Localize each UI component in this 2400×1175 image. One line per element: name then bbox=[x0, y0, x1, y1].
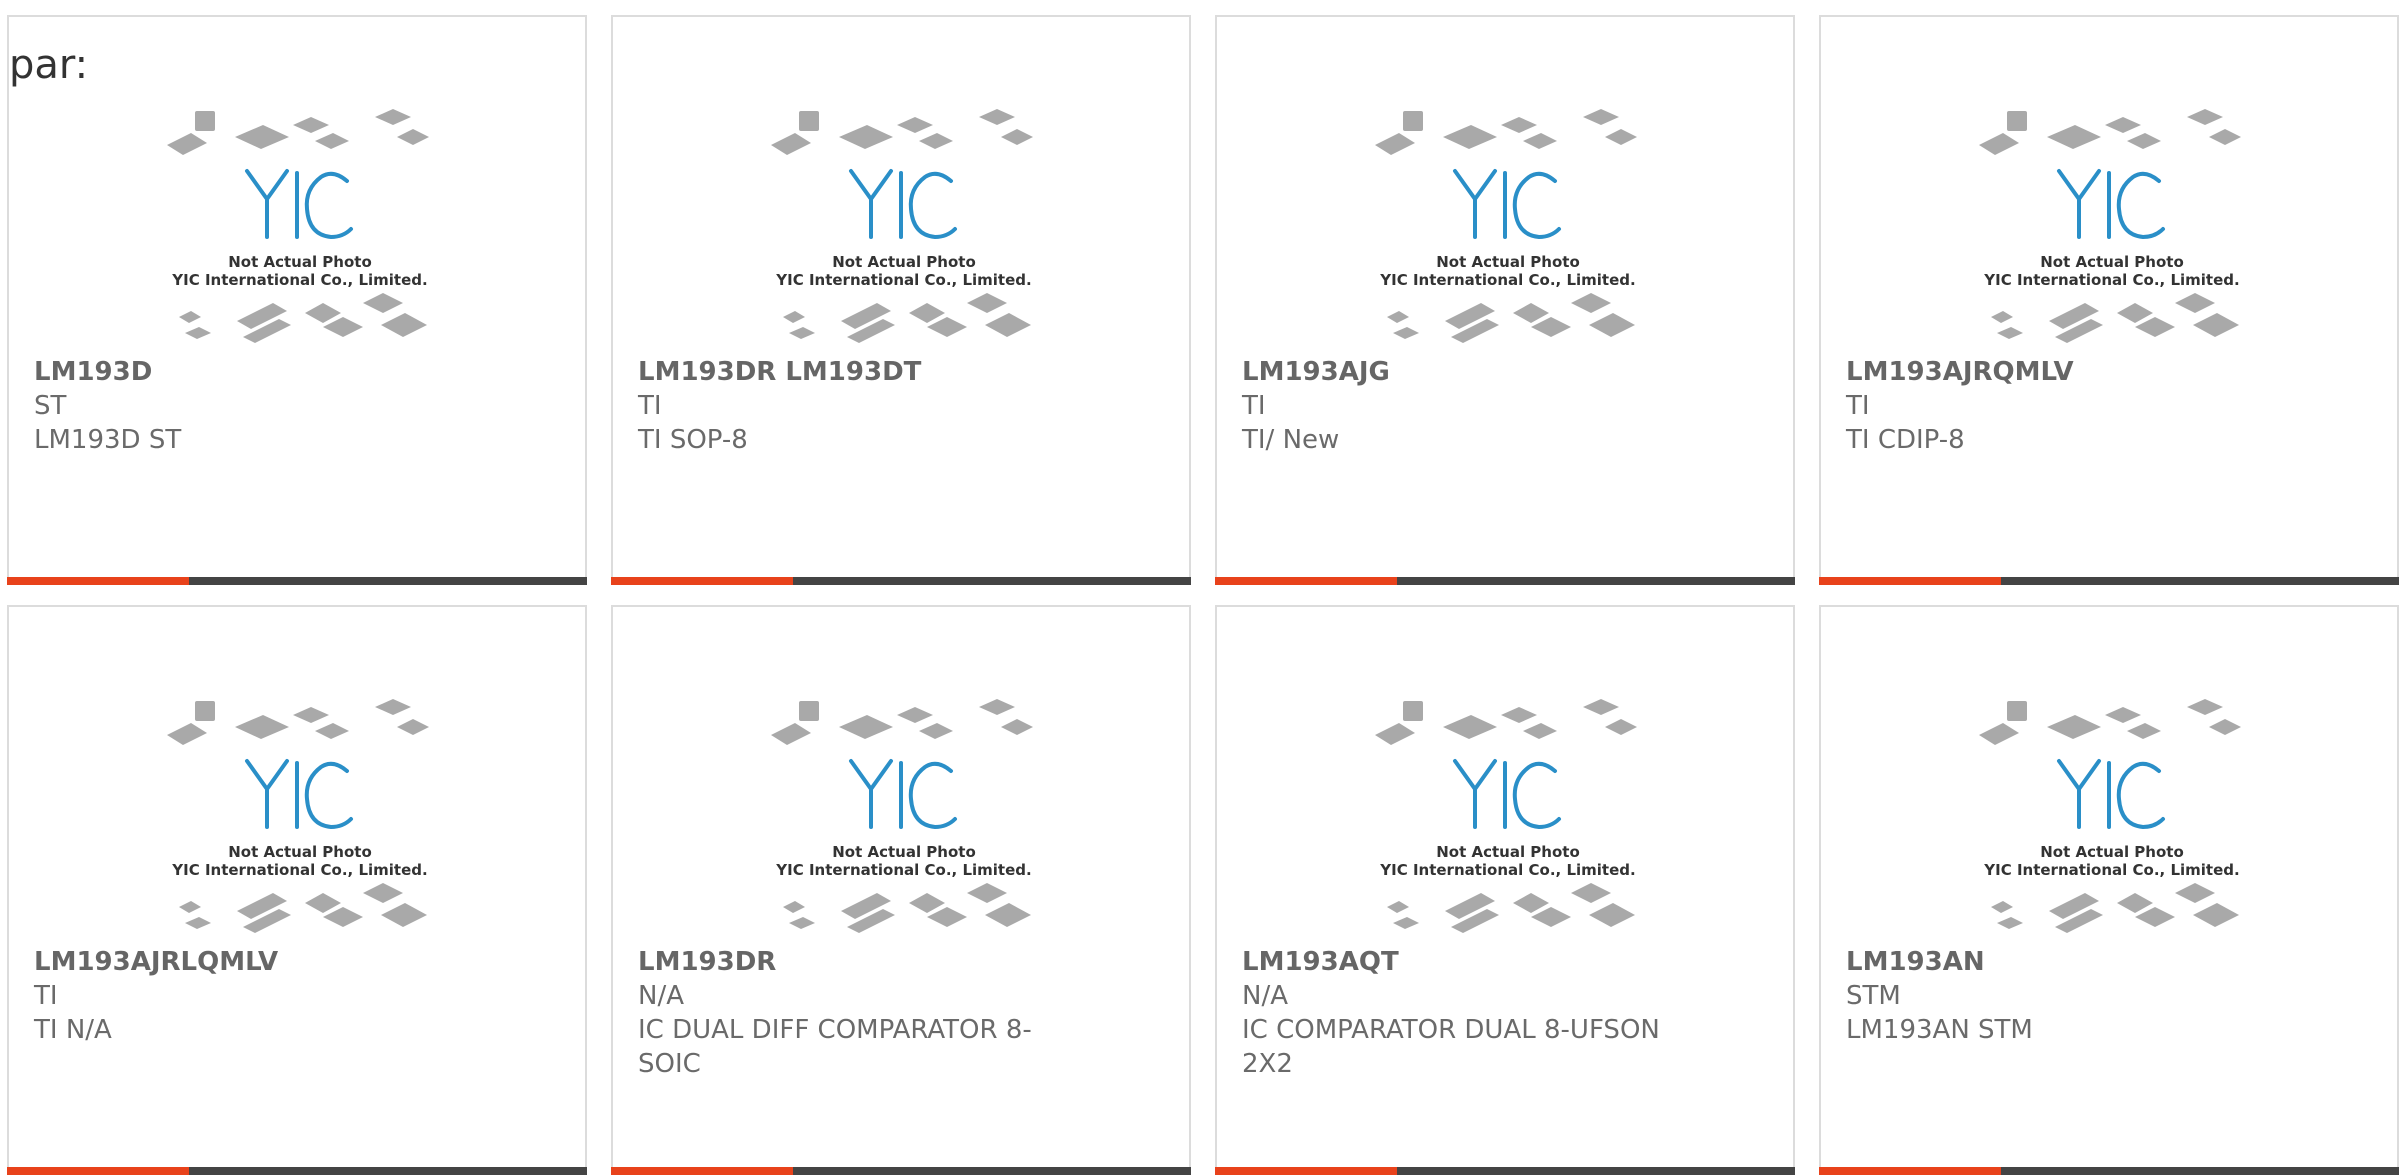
product-image-placeholder[interactable]: Not Actual Photo YIC International Co., … bbox=[769, 693, 1039, 933]
svg-text:YIC International Co., Limited: YIC International Co., Limited. bbox=[1983, 861, 2239, 879]
product-card[interactable]: Not Actual Photo YIC International Co., … bbox=[611, 605, 1191, 1175]
product-info: LM193AJG TI TI/ New bbox=[1242, 355, 1672, 457]
product-card[interactable]: Not Actual Photo YIC International Co., … bbox=[7, 605, 587, 1175]
svg-text:Not Actual Photo: Not Actual Photo bbox=[2040, 253, 2184, 271]
description-text: IC DUAL DIFF COMPARATOR 8-SOIC bbox=[638, 1015, 1032, 1079]
card-bottom-bar bbox=[7, 1167, 587, 1175]
description-text: TI/ New bbox=[1242, 425, 1340, 455]
product-info: LM193AN STM LM193AN STM bbox=[1846, 945, 2276, 1047]
svg-text:Not Actual Photo: Not Actual Photo bbox=[1436, 253, 1580, 271]
card-accent-bar bbox=[611, 1167, 793, 1175]
svg-text:Not Actual Photo: Not Actual Photo bbox=[1436, 843, 1580, 861]
card-bottom-bar bbox=[611, 1167, 1191, 1175]
product-card[interactable]: par: Not Actual Photo YIC International … bbox=[7, 15, 587, 585]
svg-text:Not Actual Photo: Not Actual Photo bbox=[228, 253, 372, 271]
product-info: LM193DR LM193DT TI TI SOP-8 bbox=[638, 355, 1068, 457]
svg-text:YIC International Co., Limited: YIC International Co., Limited. bbox=[171, 861, 427, 879]
card-bottom-bar bbox=[1215, 1167, 1795, 1175]
product-card[interactable]: Not Actual Photo YIC International Co., … bbox=[1215, 15, 1795, 585]
product-image-placeholder[interactable]: Not Actual Photo YIC International Co., … bbox=[1373, 103, 1643, 343]
card-bottom-bar bbox=[611, 577, 1191, 585]
description-text: TI N/A bbox=[34, 1015, 112, 1045]
card-accent-bar bbox=[7, 1167, 189, 1175]
svg-text:Not Actual Photo: Not Actual Photo bbox=[832, 843, 976, 861]
product-info: LM193AJRLQMLV TI TI N/A bbox=[34, 945, 464, 1047]
part-number-link[interactable]: LM193AJRLQMLV bbox=[34, 945, 464, 979]
product-image-placeholder[interactable]: Not Actual Photo YIC International Co., … bbox=[1373, 693, 1643, 933]
card-bottom-bar bbox=[7, 577, 587, 585]
svg-text:YIC International Co., Limited: YIC International Co., Limited. bbox=[1379, 861, 1635, 879]
description-text: LM193D ST bbox=[34, 425, 182, 455]
product-card[interactable]: Not Actual Photo YIC International Co., … bbox=[611, 15, 1191, 585]
product-card[interactable]: Not Actual Photo YIC International Co., … bbox=[1819, 15, 2399, 585]
manufacturer-text: STM bbox=[1846, 981, 1901, 1011]
manufacturer-text: ST bbox=[34, 391, 67, 421]
card-bottom-bar bbox=[1215, 577, 1795, 585]
svg-text:YIC International Co., Limited: YIC International Co., Limited. bbox=[1983, 271, 2239, 289]
card-accent-bar bbox=[611, 577, 793, 585]
manufacturer-text: TI bbox=[1242, 391, 1266, 421]
card-accent-bar bbox=[7, 577, 189, 585]
svg-text:YIC International Co., Limited: YIC International Co., Limited. bbox=[775, 271, 1031, 289]
product-image-placeholder[interactable]: Not Actual Photo YIC International Co., … bbox=[165, 693, 435, 933]
card-accent-bar bbox=[1819, 577, 2001, 585]
part-number-link[interactable]: LM193AJRQMLV bbox=[1846, 355, 2276, 389]
product-info: LM193DR N/A IC DUAL DIFF COMPARATOR 8-SOIC bbox=[638, 945, 1068, 1081]
product-info: LM193AJRQMLV TI TI CDIP-8 bbox=[1846, 355, 2276, 457]
part-number-link[interactable]: LM193DR LM193DT bbox=[638, 355, 1068, 389]
product-grid: par: Not Actual Photo YIC International … bbox=[7, 15, 2399, 1175]
svg-text:Not Actual Photo: Not Actual Photo bbox=[228, 843, 372, 861]
manufacturer-text: N/A bbox=[638, 981, 684, 1011]
card-bottom-bar bbox=[1819, 1167, 2399, 1175]
page-prefix-text: par: bbox=[9, 42, 89, 88]
card-accent-bar bbox=[1819, 1167, 2001, 1175]
product-image-placeholder[interactable]: Not Actual Photo YIC International Co., … bbox=[769, 103, 1039, 343]
part-number-link[interactable]: LM193D bbox=[34, 355, 464, 389]
svg-text:Not Actual Photo: Not Actual Photo bbox=[832, 253, 976, 271]
product-info: LM193AQT N/A IC COMPARATOR DUAL 8-UFSON 2X… bbox=[1242, 945, 1672, 1081]
svg-text:YIC International Co., Limited: YIC International Co., Limited. bbox=[775, 861, 1031, 879]
part-number-link[interactable]: LM193DR bbox=[638, 945, 1068, 979]
description-text: TI SOP-8 bbox=[638, 425, 748, 455]
card-bottom-bar bbox=[1819, 577, 2399, 585]
manufacturer-text: TI bbox=[34, 981, 58, 1011]
description-text: TI CDIP-8 bbox=[1846, 425, 1965, 455]
description-text: IC COMPARATOR DUAL 8-UFSON 2X2 bbox=[1242, 1015, 1660, 1079]
product-image-placeholder[interactable]: Not Actual Photo YIC International Co., … bbox=[165, 103, 435, 343]
product-card[interactable]: Not Actual Photo YIC International Co., … bbox=[1819, 605, 2399, 1175]
product-info: LM193D ST LM193D ST bbox=[34, 355, 464, 457]
manufacturer-text: TI bbox=[1846, 391, 1870, 421]
part-number-link[interactable]: LM193AN bbox=[1846, 945, 2276, 979]
product-image-placeholder[interactable]: Not Actual Photo YIC International Co., … bbox=[1977, 103, 2247, 343]
svg-text:YIC International Co., Limited: YIC International Co., Limited. bbox=[171, 271, 427, 289]
card-accent-bar bbox=[1215, 577, 1397, 585]
product-image-placeholder[interactable]: Not Actual Photo YIC International Co., … bbox=[1977, 693, 2247, 933]
svg-text:YIC International Co., Limited: YIC International Co., Limited. bbox=[1379, 271, 1635, 289]
part-number-link[interactable]: LM193AQT bbox=[1242, 945, 1672, 979]
description-text: LM193AN STM bbox=[1846, 1015, 2033, 1045]
svg-text:Not Actual Photo: Not Actual Photo bbox=[2040, 843, 2184, 861]
product-card[interactable]: Not Actual Photo YIC International Co., … bbox=[1215, 605, 1795, 1175]
manufacturer-text: N/A bbox=[1242, 981, 1288, 1011]
card-accent-bar bbox=[1215, 1167, 1397, 1175]
manufacturer-text: TI bbox=[638, 391, 662, 421]
part-number-link[interactable]: LM193AJG bbox=[1242, 355, 1672, 389]
